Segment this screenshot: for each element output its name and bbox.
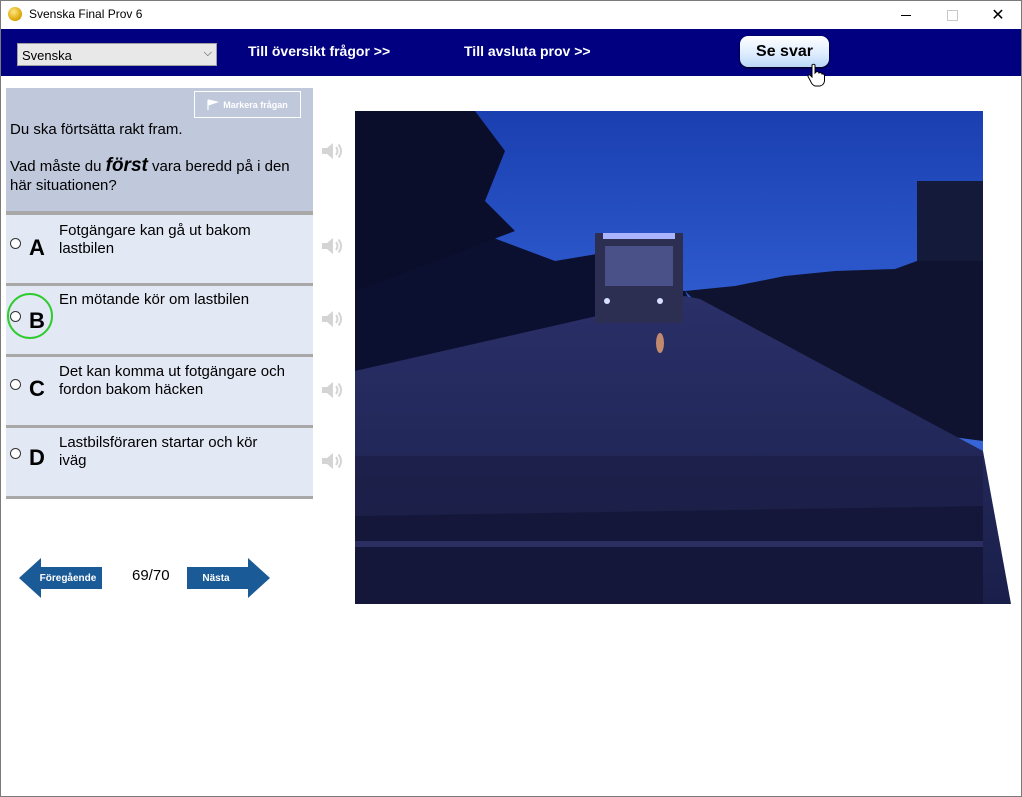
highlight-ring [7, 293, 53, 339]
answer-d-text: Lastbilsföraren startar och kör iväg [59, 434, 258, 469]
speaker-icon[interactable] [320, 379, 344, 401]
language-select[interactable]: Svenska ⌵ [17, 43, 217, 66]
divider [6, 496, 313, 499]
minimize-icon [901, 14, 911, 16]
previous-label: Föregående [39, 572, 97, 584]
next-label: Nästa [202, 572, 230, 584]
chevron-down-icon: ⌵ [203, 47, 212, 59]
question-line2: Vad måste du först vara beredd på i den … [10, 156, 300, 195]
answer-a-letter: A [29, 235, 45, 260]
answer-a-text: Fotgängare kan gå ut bakom lastbilen [59, 222, 251, 257]
answer-option-c[interactable]: C Det kan komma ut fotgängare och fordon… [6, 357, 313, 425]
flag-question-button[interactable]: Markera frågan [194, 91, 301, 118]
speaker-icon[interactable] [320, 450, 344, 472]
window-title: Svenska Final Prov 6 [29, 7, 143, 21]
app-icon [8, 7, 22, 21]
speaker-icon[interactable] [320, 308, 344, 330]
close-button[interactable]: ✕ [975, 1, 1021, 29]
question-counter: 69/70 [132, 567, 170, 584]
speaker-icon[interactable] [320, 140, 344, 162]
answer-b-text: En mötande kör om lastbilen [59, 291, 250, 308]
answer-c-radio[interactable] [10, 379, 21, 390]
answer-d-radio[interactable] [10, 448, 21, 459]
title-bar: Svenska Final Prov 6 ✕ [1, 1, 1021, 29]
question-prefix: Vad måste du [10, 158, 102, 175]
answer-option-d[interactable]: D Lastbilsföraren startar och kör iväg [6, 428, 313, 496]
next-button[interactable]: Nästa [187, 558, 270, 598]
top-navigation: Svenska ⌵ Till översikt frågor >> Till a… [1, 29, 1021, 76]
close-icon: ✕ [991, 7, 1005, 24]
flag-question-label: Markera frågan [223, 99, 288, 110]
situation-image [355, 111, 1011, 604]
answer-a-radio[interactable] [10, 238, 21, 249]
previous-button[interactable]: Föregående [19, 558, 102, 598]
maximize-icon [946, 9, 958, 21]
question-emphasis: först [105, 155, 148, 176]
speaker-icon[interactable] [320, 235, 344, 257]
app-window: Svenska Final Prov 6 ✕ Svenska ⌵ Till öv… [0, 0, 1022, 797]
minimize-button[interactable] [883, 1, 929, 29]
overview-link[interactable]: Till översikt frågor >> [248, 43, 390, 59]
question-panel: Markera frågan Du ska förtsätta rakt fra… [6, 88, 313, 211]
answer-c-text: Det kan komma ut fotgängare och fordon b… [59, 363, 285, 398]
answer-option-a[interactable]: A Fotgängare kan gå ut bakom lastbilen [6, 215, 313, 283]
answer-c-letter: C [29, 376, 45, 401]
question-line1: Du ska förtsätta rakt fram. [10, 121, 183, 138]
maximize-button[interactable] [929, 1, 975, 29]
finish-test-link[interactable]: Till avsluta prov >> [464, 43, 591, 59]
language-value: Svenska [22, 48, 72, 63]
flag-icon [207, 98, 220, 110]
hand-cursor-icon [807, 63, 825, 87]
answer-d-letter: D [29, 445, 45, 470]
